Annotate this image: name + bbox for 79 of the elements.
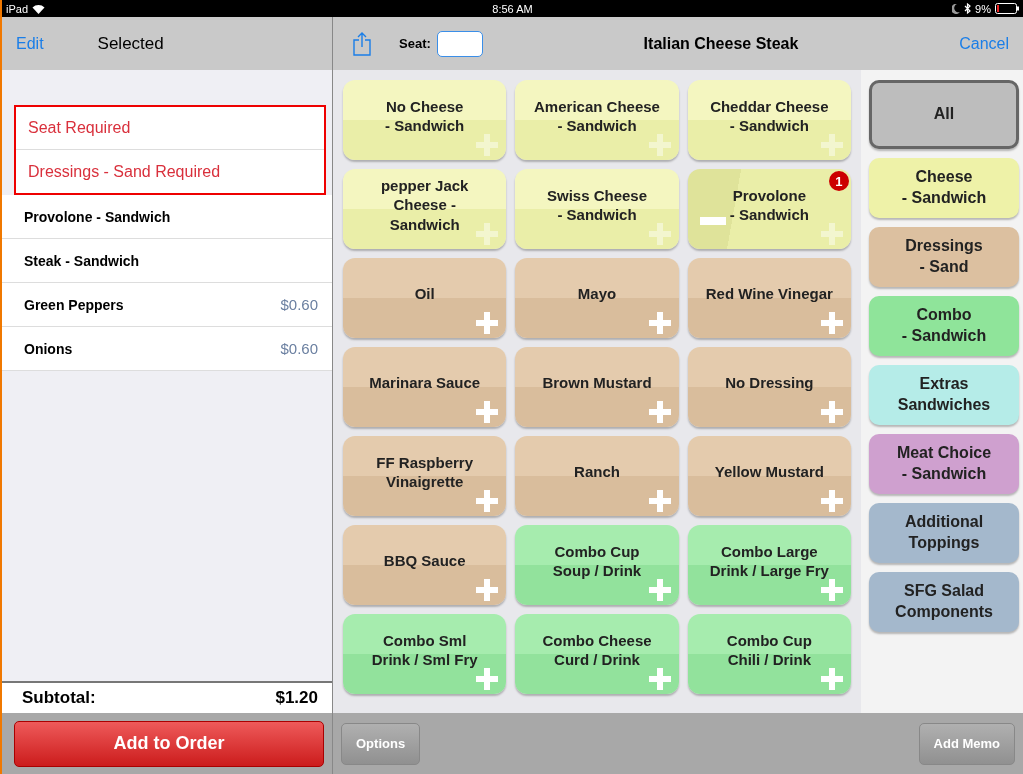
category-tab[interactable]: All	[869, 80, 1019, 149]
clock: 8:56 AM	[492, 2, 533, 15]
bluetooth-icon	[964, 3, 972, 14]
plus-icon	[648, 312, 671, 334]
category-tab[interactable]: Dressings - Sand	[869, 227, 1019, 287]
modifier-button[interactable]: Ranch	[515, 436, 679, 516]
minus-icon	[699, 217, 726, 225]
item-name: Steak - Sandwich	[24, 252, 140, 269]
plus-icon	[821, 223, 843, 245]
modifier-button[interactable]: Marinara Sauce	[343, 347, 507, 427]
modifier-button[interactable]: Combo Sml Drink / Sml Fry	[343, 614, 507, 694]
selected-item[interactable]: Onions $0.60	[2, 327, 332, 371]
item-title: Italian Cheese Steak	[642, 34, 800, 53]
plus-icon	[821, 134, 843, 156]
category-tab[interactable]: Additional Toppings	[869, 503, 1019, 563]
panel-title: Selected	[97, 33, 164, 54]
required-message: Dressings - Sand Required	[28, 162, 221, 181]
plus-icon	[476, 223, 499, 245]
selected-item[interactable]: Provolone - Sandwich	[2, 195, 332, 239]
moon-icon	[952, 3, 961, 14]
item-price: $0.60	[280, 340, 318, 357]
plus-icon	[821, 490, 843, 512]
modifier-button[interactable]: Yellow Mustard	[687, 436, 851, 516]
modifier-button[interactable]: Combo Cheese Curd / Drink	[515, 614, 679, 694]
item-price: $0.60	[280, 296, 318, 313]
battery-icon	[995, 3, 1019, 14]
item-name: Provolone - Sandwich	[24, 208, 171, 225]
add-to-order-button[interactable]: Add to Order	[14, 720, 324, 767]
category-tab[interactable]: Extras Sandwiches	[869, 365, 1019, 425]
category-tab[interactable]: SFG Salad Components	[869, 572, 1019, 632]
category-tab[interactable]: Combo - Sandwich	[869, 296, 1019, 356]
modifier-button[interactable]: Combo Cup Soup / Drink	[515, 525, 679, 605]
count-badge: 1	[829, 171, 849, 191]
plus-icon	[648, 579, 671, 601]
selected-item[interactable]: Steak - Sandwich	[2, 239, 332, 283]
subtotal-label: Subtotal:	[22, 688, 96, 708]
modifier-button[interactable]: Swiss Cheese - Sandwich	[515, 169, 679, 249]
modifier-button[interactable]: No Dressing	[687, 347, 851, 427]
plus-icon	[821, 401, 843, 423]
modifier-button[interactable]: No Cheese - Sandwich	[343, 80, 507, 160]
plus-icon	[476, 312, 499, 334]
share-icon[interactable]	[353, 31, 371, 56]
category-tab[interactable]: Cheese - Sandwich	[869, 158, 1019, 218]
plus-icon	[476, 579, 499, 601]
seat-field[interactable]	[436, 30, 483, 57]
modifier-button[interactable]: Provolone - Sandwich 1	[687, 169, 851, 249]
modifier-button[interactable]: FF Raspberry Vinaigrette	[343, 436, 507, 516]
plus-icon	[821, 668, 843, 690]
seat-label: Seat:	[399, 36, 431, 51]
plus-icon	[476, 490, 499, 512]
modifier-button[interactable]: Oil	[343, 258, 507, 338]
plus-icon	[821, 312, 843, 334]
plus-icon	[476, 401, 499, 423]
plus-icon	[476, 134, 499, 156]
plus-icon	[476, 668, 499, 690]
category-tab[interactable]: Meat Choice - Sandwich	[869, 434, 1019, 494]
modifier-button[interactable]: Brown Mustard	[515, 347, 679, 427]
plus-icon	[648, 134, 671, 156]
modifier-button[interactable]: Cheddar Cheese - Sandwich	[687, 80, 851, 160]
modifier-button[interactable]: BBQ Sauce	[343, 525, 507, 605]
plus-icon	[821, 579, 843, 601]
subtotal-value: $1.20	[275, 688, 318, 708]
plus-icon	[648, 668, 671, 690]
modifier-button[interactable]: pepper Jack Cheese - Sandwich	[343, 169, 507, 249]
plus-icon	[648, 490, 671, 512]
modifier-button[interactable]: Mayo	[515, 258, 679, 338]
required-message: Seat Required	[28, 119, 131, 137]
modifier-button[interactable]: American Cheese - Sandwich	[515, 80, 679, 160]
wifi-icon	[32, 3, 46, 14]
carrier-label: iPad	[6, 2, 29, 15]
modifier-button[interactable]: Combo Large Drink / Large Fry	[687, 525, 851, 605]
selected-item[interactable]: Green Peppers $0.60	[2, 283, 332, 327]
item-name: Green Peppers	[24, 296, 124, 313]
modifier-button[interactable]: Combo Cup Chili / Drink	[687, 614, 851, 694]
modifier-button[interactable]: Red Wine Vinegar	[687, 258, 851, 338]
plus-icon	[648, 401, 671, 423]
item-name: Onions	[24, 340, 73, 357]
battery-percent: 9%	[975, 2, 991, 15]
plus-icon	[648, 223, 671, 245]
